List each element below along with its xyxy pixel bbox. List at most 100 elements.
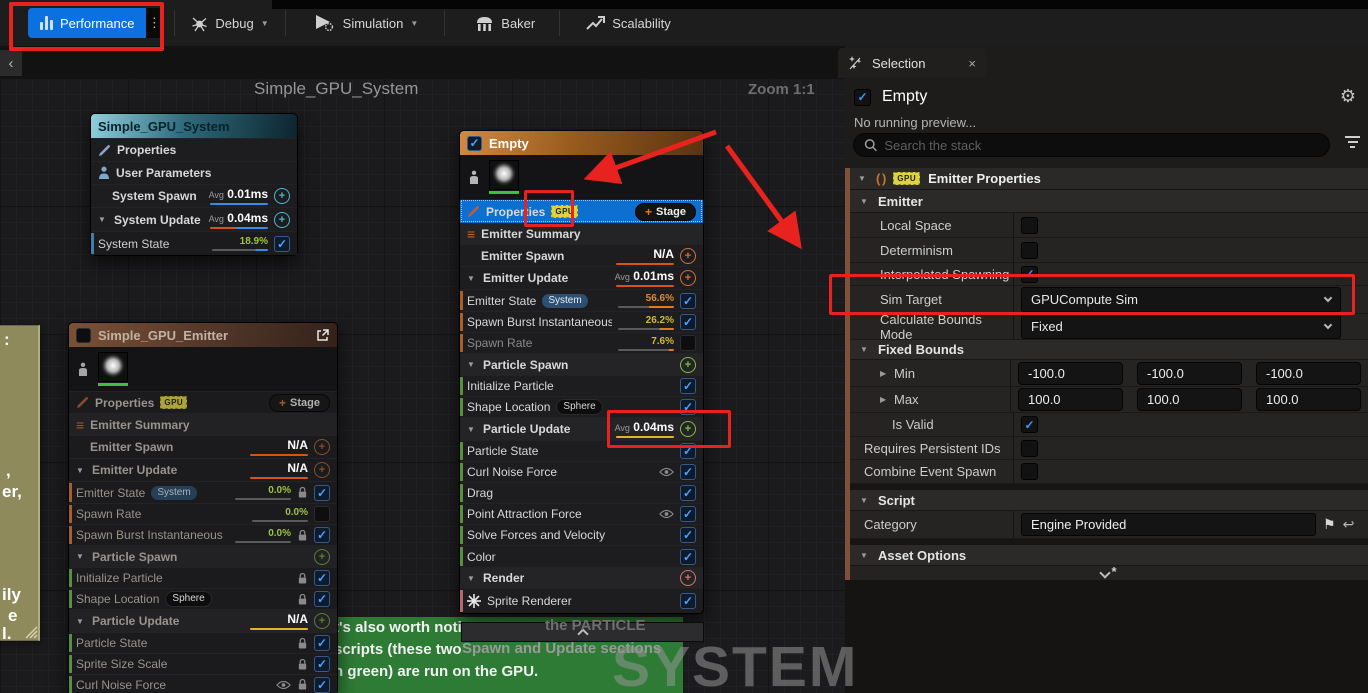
row-particle-update-header[interactable]: ▼ Particle Update N/A +	[69, 609, 337, 632]
row-emitter-summary[interactable]: ≡ Emitter Summary	[69, 413, 337, 435]
persistent-ids-checkbox[interactable]: ✓	[1021, 440, 1038, 457]
stack-search-bar[interactable]	[853, 133, 1330, 157]
add-renderer-icon[interactable]: +	[680, 570, 696, 586]
module-checkbox[interactable]: ✓	[680, 464, 696, 480]
module-checkbox[interactable]: ✓	[680, 399, 696, 415]
expand-triangle-icon[interactable]: ▼	[467, 274, 477, 283]
flag-icon[interactable]: ⚑	[1323, 516, 1336, 533]
emitter-enabled-checkbox[interactable]: ✓	[467, 136, 482, 151]
row-sprite-renderer[interactable]: Sprite Renderer ✓	[460, 588, 703, 613]
selection-tab[interactable]: Selection ×	[838, 48, 986, 78]
module-checkbox[interactable]: ✓	[680, 593, 696, 609]
eye-icon[interactable]	[276, 680, 291, 690]
expand-triangle-icon[interactable]: ▼	[76, 552, 86, 561]
module-checkbox[interactable]: ✓	[680, 549, 696, 565]
row-emitter-summary[interactable]: ≡ Emitter Summary	[460, 223, 703, 244]
add-stage-icon[interactable]: +	[314, 462, 330, 478]
expand-triangle-icon[interactable]: ▼	[467, 360, 477, 369]
gear-icon[interactable]: ⚙	[1340, 86, 1356, 107]
group-script[interactable]: ▼ Script	[850, 490, 1368, 511]
emitter-enabled-checkbox[interactable]: ✓	[76, 328, 91, 343]
min-z-field[interactable]: -100.0	[1256, 362, 1361, 385]
add-module-icon[interactable]: +	[314, 613, 330, 629]
local-space-checkbox[interactable]: ✓	[1021, 217, 1038, 234]
group-fixed-bounds[interactable]: ▼ Fixed Bounds	[850, 340, 1368, 360]
row-emitter-spawn[interactable]: Emitter Spawn N/A +	[460, 244, 703, 266]
prop-max[interactable]: ▶Max 100.0 100.0 100.0	[850, 387, 1368, 413]
row-curl-noise-force[interactable]: Curl Noise Force ✓	[69, 674, 337, 693]
gpu-emitter-node-header[interactable]: ✓ Simple_GPU_Emitter	[69, 323, 337, 347]
group-asset-options[interactable]: ▼ Asset Options	[850, 545, 1368, 566]
module-checkbox[interactable]: ✓	[314, 506, 330, 522]
prop-interpolated-spawning[interactable]: Interpolated Spawning ✓	[850, 263, 1368, 286]
row-particle-spawn-header[interactable]: ▼ Particle Spawn +	[69, 545, 337, 567]
expand-triangle-icon[interactable]: ▼	[98, 215, 108, 224]
prop-calculate-bounds-mode[interactable]: Calculate Bounds Mode Fixed	[850, 314, 1368, 340]
row-spawn-burst[interactable]: Spawn Burst Instantaneous 0.0% ✓	[69, 524, 337, 545]
row-emitter-state[interactable]: Emitter State System 56.6% ✓	[460, 289, 703, 311]
min-x-field[interactable]: -100.0	[1018, 362, 1123, 385]
module-checkbox[interactable]: ✓	[314, 656, 330, 672]
add-module-icon[interactable]: +	[680, 357, 696, 373]
add-stage-icon[interactable]: +	[680, 248, 696, 264]
prop-local-space[interactable]: Local Space ✓	[850, 213, 1368, 238]
empty-node-header[interactable]: ✓ Empty	[460, 131, 703, 155]
row-particle-state[interactable]: Particle State ✓	[460, 440, 703, 461]
module-checkbox[interactable]: ✓	[680, 485, 696, 501]
row-point-attraction-force[interactable]: Point Attraction Force ✓	[460, 503, 703, 524]
debug-button[interactable]: Debug▼	[179, 0, 280, 46]
row-properties[interactable]: Properties	[91, 138, 297, 161]
row-user-parameters[interactable]: User Parameters	[91, 161, 297, 184]
row-particle-state[interactable]: Particle State ✓	[69, 632, 337, 653]
module-checkbox[interactable]: ✓	[680, 293, 696, 309]
row-properties-selected[interactable]: Properties GPU +Stage	[460, 199, 703, 223]
max-z-field[interactable]: 100.0	[1256, 388, 1361, 411]
module-checkbox[interactable]: ✓	[680, 527, 696, 543]
prop-min[interactable]: ▶Min -100.0 -100.0 -100.0	[850, 360, 1368, 387]
add-stage-icon[interactable]: +	[314, 439, 330, 455]
collapse-left-tab[interactable]: ‹	[0, 50, 22, 76]
open-external-icon[interactable]	[316, 328, 330, 342]
row-emitter-state[interactable]: Emitter State System 0.0% ✓	[69, 481, 337, 503]
emitter-thumbnail[interactable]	[489, 160, 519, 194]
empty-emitter-node[interactable]: ✓ Empty Properties GPU +Stage ≡ Emitter …	[459, 130, 704, 614]
row-system-spawn[interactable]: System Spawn Avg 0.01ms +	[91, 184, 297, 207]
category-field[interactable]: Engine Provided	[1021, 513, 1316, 536]
module-checkbox[interactable]: ✓	[680, 443, 696, 459]
bounds-mode-dropdown[interactable]: Fixed	[1021, 314, 1341, 339]
undo-icon[interactable]: ↩	[1343, 516, 1355, 533]
row-spawn-rate[interactable]: Spawn Rate 0.0% ✓	[69, 503, 337, 524]
row-shape-location[interactable]: Shape Location Sphere ✓	[69, 588, 337, 609]
sim-target-dropdown[interactable]: GPUCompute Sim	[1021, 287, 1341, 312]
add-stage-icon[interactable]: +	[274, 212, 290, 228]
prop-determinism[interactable]: Determinism ✓	[850, 238, 1368, 263]
row-sprite-size-scale[interactable]: Sprite Size Scale ✓	[69, 653, 337, 674]
add-module-icon[interactable]: +	[314, 549, 330, 565]
system-node-header[interactable]: Simple_GPU_System	[91, 114, 297, 138]
row-emitter-spawn[interactable]: Emitter Spawn N/A +	[69, 435, 337, 458]
row-emitter-update[interactable]: ▼ Emitter Update N/A +	[69, 458, 337, 481]
module-checkbox[interactable]: ✓	[314, 635, 330, 651]
add-stage-icon[interactable]: +	[680, 270, 696, 286]
enabled-checkbox[interactable]: ✓	[274, 236, 290, 252]
is-valid-checkbox[interactable]: ✓	[1021, 416, 1038, 433]
max-y-field[interactable]: 100.0	[1137, 388, 1242, 411]
row-shape-location[interactable]: Shape Location Sphere ✓	[460, 396, 703, 417]
gpu-emitter-node[interactable]: ✓ Simple_GPU_Emitter Properties GPU +Sta…	[68, 322, 338, 693]
group-emitter[interactable]: ▼ Emitter	[850, 190, 1368, 213]
search-input[interactable]	[884, 138, 1319, 153]
row-solve-forces[interactable]: Solve Forces and Velocity ✓	[460, 524, 703, 545]
performance-button[interactable]: Performance	[28, 8, 146, 38]
prop-sim-target[interactable]: Sim Target GPUCompute Sim	[850, 286, 1368, 314]
interpolated-spawning-checkbox[interactable]: ✓	[1021, 266, 1038, 283]
expand-right-icon[interactable]: ▶	[880, 369, 888, 378]
row-system-state[interactable]: System State 18.9% ✓	[91, 231, 297, 255]
add-stage-icon[interactable]: +	[274, 188, 290, 204]
performance-button-group[interactable]: Performance ⋮	[28, 8, 162, 38]
row-curl-noise-force[interactable]: Curl Noise Force ✓	[460, 461, 703, 482]
row-color[interactable]: Color ✓	[460, 545, 703, 567]
expand-right-icon[interactable]: ▶	[880, 395, 888, 404]
row-initialize-particle[interactable]: Initialize Particle ✓	[69, 567, 337, 588]
row-drag[interactable]: Drag ✓	[460, 482, 703, 503]
eye-icon[interactable]	[659, 509, 674, 519]
